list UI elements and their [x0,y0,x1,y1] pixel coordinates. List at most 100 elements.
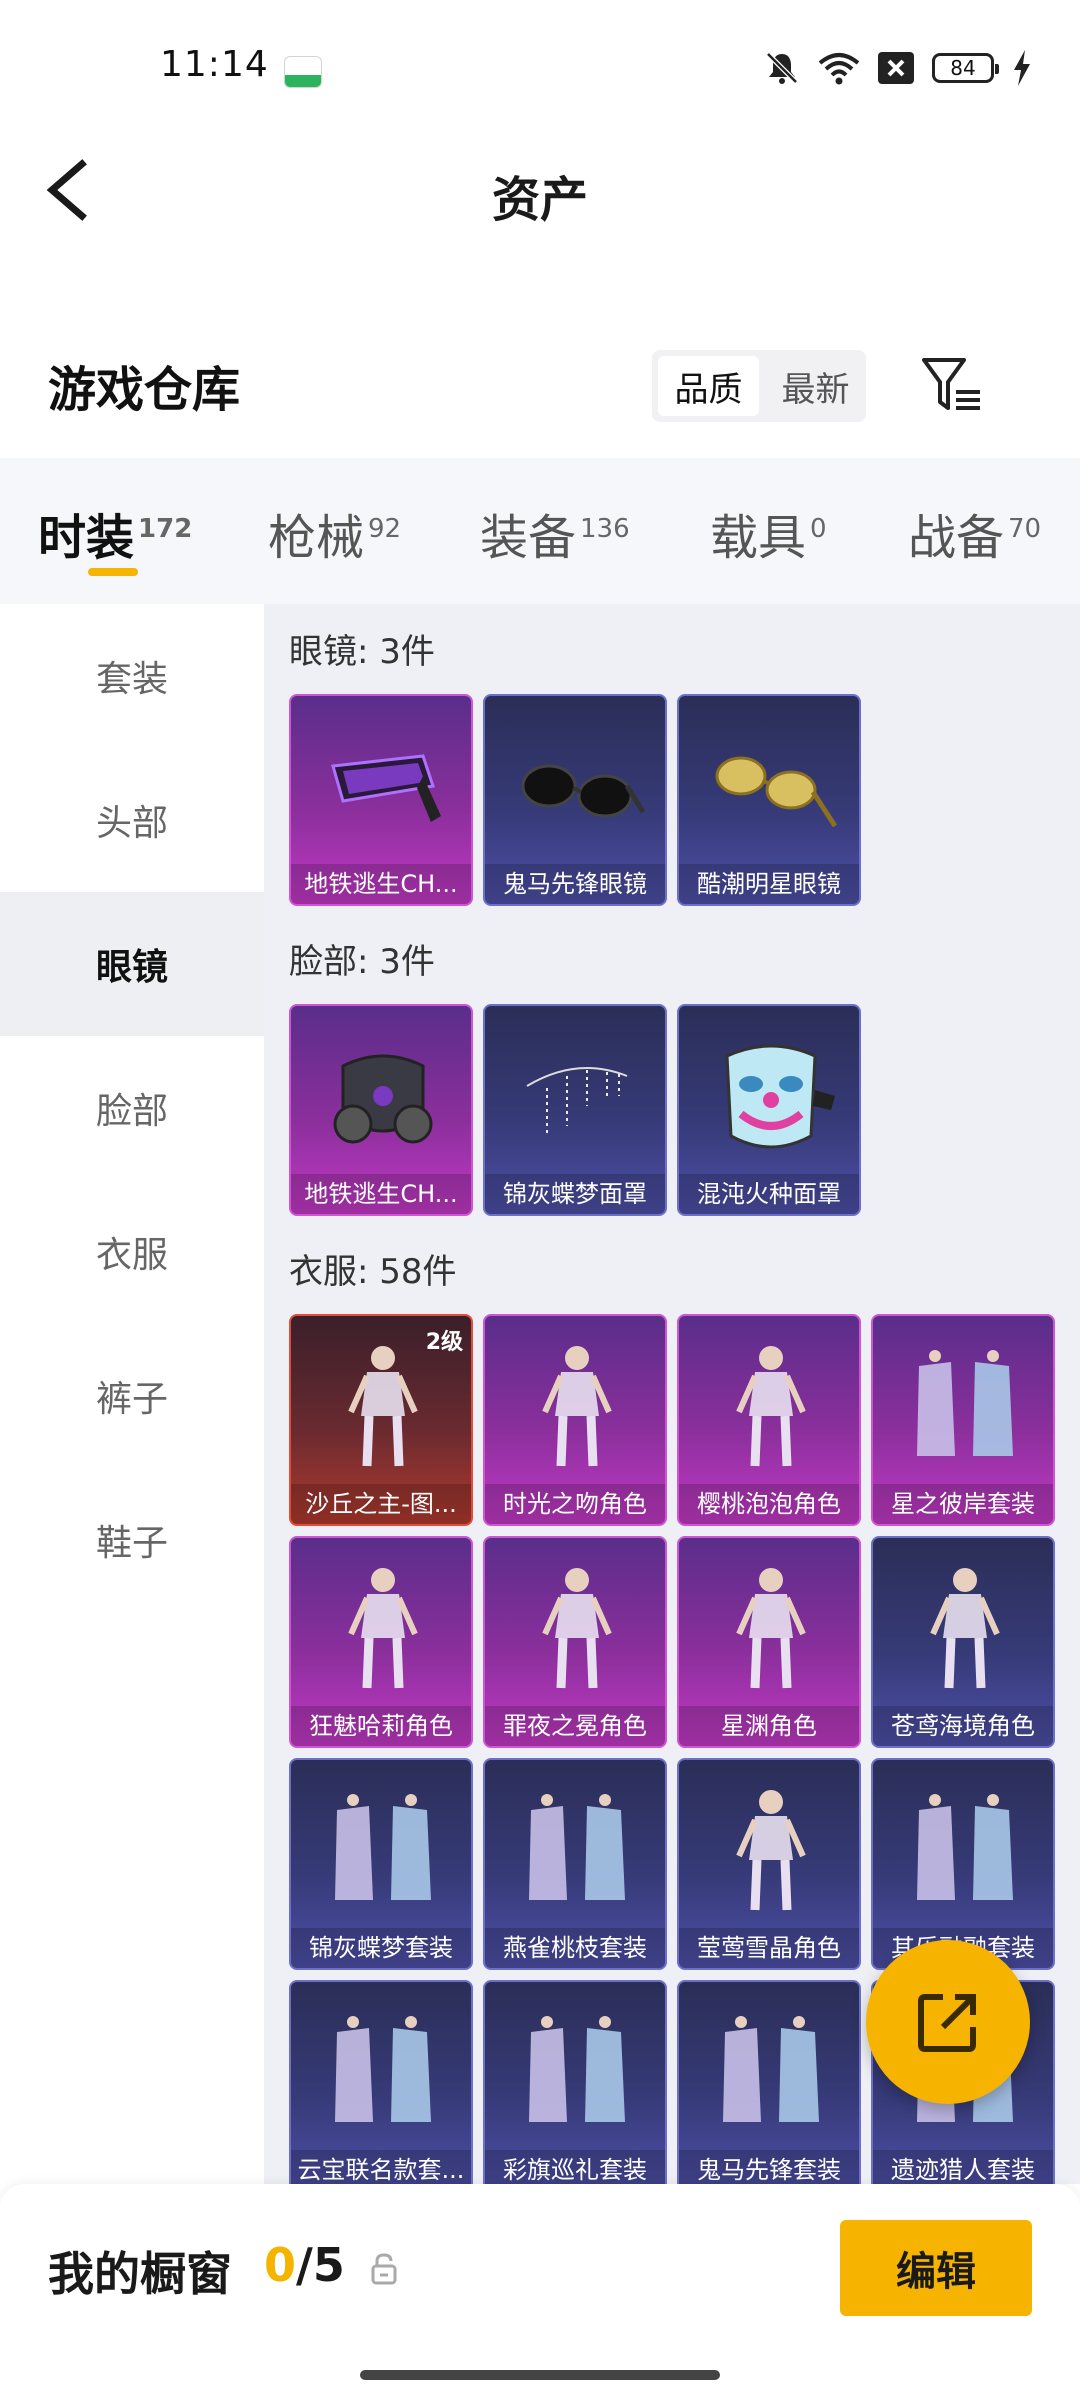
item-level-badge: 2级 [425,1330,463,1355]
item-name: 时光之吻角色 [485,1484,665,1524]
sort-by-quality[interactable]: 品质 [658,356,759,416]
share-button[interactable] [866,1940,1030,2104]
share-icon [918,1994,976,2052]
outfit-icon [529,2016,625,2122]
outfit-icon [335,1794,431,1900]
item-name: 鬼马先锋套装 [679,2150,859,2184]
item-card[interactable]: 樱桃泡泡角色 [677,1314,861,1526]
signal-icon [878,52,914,84]
sidebar-item-shoes[interactable]: 鞋子 [0,1468,264,1612]
item-card[interactable]: 时光之吻角色 [483,1314,667,1526]
item-card[interactable]: 星之彼岸套装 [871,1314,1055,1526]
showcase-current: 0 [264,2238,297,2292]
item-card[interactable]: 鬼马先锋套装 [677,1980,861,2184]
battery-level: 84 [950,56,976,80]
tab-count: 172 [138,514,193,544]
item-name: 燕雀桃枝套装 [485,1928,665,1968]
item-card[interactable]: 地铁逃生CH... [289,694,473,906]
sidebar-item-sets[interactable]: 套装 [0,604,264,748]
item-card[interactable]: 狂魅哈莉角色 [289,1536,473,1748]
tab-label: 载具 [710,510,807,566]
sidebar: 套装 头部 眼镜 脸部 衣服 裤子 鞋子 [0,604,264,2184]
item-card[interactable]: 燕雀桃枝套装 [483,1758,667,1970]
item-name: 混沌火种面罩 [679,1174,859,1214]
section-title-clothes: 衣服: 58件 [289,1252,457,1292]
showcase-count: 0/5 [264,2238,345,2292]
sidebar-item-pants[interactable]: 裤子 [0,1324,264,1468]
item-name: 锦灰蝶梦套装 [291,1928,471,1968]
tab-label: 战备 [908,510,1005,566]
item-card[interactable]: 混沌火种面罩 [677,1004,861,1216]
charging-icon [1014,50,1030,86]
showcase-total: /5 [296,2238,345,2292]
item-card[interactable]: 星渊角色 [677,1536,861,1748]
sort-by-newest[interactable]: 最新 [765,350,866,422]
item-card[interactable]: 2级沙丘之主-图... [289,1314,473,1526]
outfit-icon [917,1794,1013,1900]
outfit-icon [917,1350,1013,1456]
outfit-icon [723,2016,819,2122]
tab-count: 136 [580,514,630,544]
figure-icon [736,1346,806,1467]
sidebar-item-head[interactable]: 头部 [0,748,264,892]
item-card[interactable]: 其乐融融套装 [871,1758,1055,1970]
tab-label: 时装 [38,510,135,566]
tab-count: 92 [368,514,402,544]
gold-glasses-icon [715,756,838,828]
item-card[interactable]: 锦灰蝶梦套装 [289,1758,473,1970]
item-name: 狂魅哈莉角色 [291,1706,471,1746]
status-time: 11:14 [160,44,269,85]
tab-label: 枪械 [268,510,365,566]
item-card[interactable]: 莹莺雪晶角色 [677,1758,861,1970]
item-name: 罪夜之冕角色 [485,1706,665,1746]
outfit-icon [335,2016,431,2122]
wifi-icon [818,53,860,85]
item-name: 莹莺雪晶角色 [679,1928,859,1968]
page-title: 资产 [491,172,588,228]
sort-toggle: 品质 最新 [652,350,866,422]
warehouse-title: 游戏仓库 [48,362,241,418]
tab-count: 70 [1008,514,1042,544]
sunglasses-icon [521,764,646,818]
item-name: 沙丘之主-图... [291,1484,471,1524]
goggles-icon [331,754,441,822]
tab-supplies[interactable]: 战备 70 [908,498,1041,568]
outfit-icon [529,1794,625,1900]
filter-icon[interactable] [920,356,984,416]
home-indicator[interactable] [360,2370,720,2380]
item-name: 地铁逃生CH... [291,1174,471,1214]
tab-fashion[interactable]: 时装 172 [38,498,192,568]
mute-icon [766,52,798,84]
item-card[interactable]: 云宝联名款套... [289,1980,473,2184]
item-name: 樱桃泡泡角色 [679,1484,859,1524]
tab-vehicles[interactable]: 载具 0 [710,498,827,568]
edit-button[interactable]: 编辑 [840,2220,1032,2316]
tab-equipment[interactable]: 装备 136 [480,498,630,568]
tab-count: 0 [810,514,827,544]
item-card[interactable]: 罪夜之冕角色 [483,1536,667,1748]
gas-mask-icon [333,1054,433,1144]
showcase-title: 我的橱窗 [48,2247,232,2301]
item-card[interactable]: 鬼马先锋眼镜 [483,694,667,906]
chain-mask-icon [526,1067,628,1136]
sidebar-item-clothes[interactable]: 衣服 [0,1180,264,1324]
figure-icon [348,1568,418,1689]
figure-icon [542,1346,612,1467]
app-notification-icon [284,56,322,88]
item-name: 酷潮明星眼镜 [679,864,859,904]
tab-firearms[interactable]: 枪械 92 [268,498,401,568]
figure-icon [930,1568,1000,1689]
item-card[interactable]: 锦灰蝶梦面罩 [483,1004,667,1216]
section-title-glasses: 眼镜: 3件 [289,632,435,672]
item-card[interactable]: 地铁逃生CH... [289,1004,473,1216]
item-name: 星之彼岸套装 [873,1484,1053,1524]
item-card[interactable]: 苍鸢海境角色 [871,1536,1055,1748]
battery-icon: 84 [932,53,999,83]
section-title-face: 脸部: 3件 [289,942,435,982]
sidebar-item-face[interactable]: 脸部 [0,1036,264,1180]
figure-icon [542,1568,612,1689]
item-card[interactable]: 酷潮明星眼镜 [677,694,861,906]
sidebar-item-glasses[interactable]: 眼镜 [0,892,264,1036]
item-card[interactable]: 彩旗巡礼套装 [483,1980,667,2184]
item-name: 星渊角色 [679,1706,859,1746]
